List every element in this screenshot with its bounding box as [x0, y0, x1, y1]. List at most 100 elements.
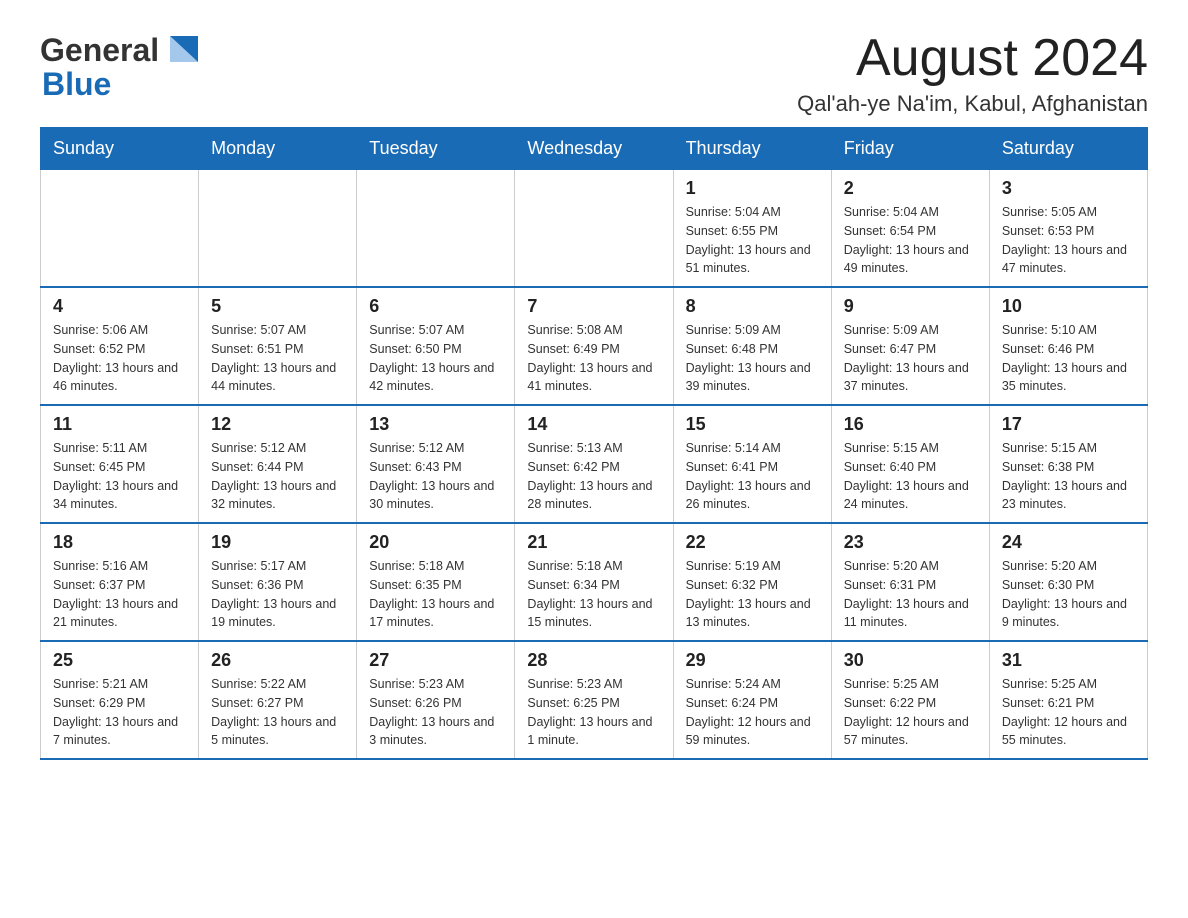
day-number: 6 [369, 296, 502, 317]
day-number: 28 [527, 650, 660, 671]
day-number: 21 [527, 532, 660, 553]
day-info: Sunrise: 5:16 AMSunset: 6:37 PMDaylight:… [53, 557, 186, 632]
calendar-cell: 1 Sunrise: 5:04 AMSunset: 6:55 PMDaylight… [673, 170, 831, 288]
calendar-cell: 17Sunrise: 5:15 AMSunset: 6:38 PMDayligh… [989, 405, 1147, 523]
day-info: Sunrise: 5:09 AMSunset: 6:48 PMDaylight:… [686, 321, 819, 396]
calendar-week-5: 25Sunrise: 5:21 AMSunset: 6:29 PMDayligh… [41, 641, 1148, 759]
calendar-cell: 23Sunrise: 5:20 AMSunset: 6:31 PMDayligh… [831, 523, 989, 641]
calendar-cell: 21 Sunrise: 5:18 AMSunset: 6:34 PMDayligh… [515, 523, 673, 641]
day-number: 10 [1002, 296, 1135, 317]
calendar-header-tuesday: Tuesday [357, 128, 515, 170]
day-info: Sunrise: 5:07 AMSunset: 6:51 PMDaylight:… [211, 321, 344, 396]
calendar-header-monday: Monday [199, 128, 357, 170]
day-info: Sunrise: 5:12 AMSunset: 6:43 PMDaylight:… [369, 439, 502, 514]
day-number: 19 [211, 532, 344, 553]
calendar-cell: 14 Sunrise: 5:13 AMSunset: 6:42 PMDayligh… [515, 405, 673, 523]
day-number: 16 [844, 414, 977, 435]
location-title: Qal'ah-ye Na'im, Kabul, Afghanistan [797, 91, 1148, 117]
calendar-header-wednesday: Wednesday [515, 128, 673, 170]
title-block: August 2024 Qal'ah-ye Na'im, Kabul, Afgh… [797, 30, 1148, 117]
calendar-cell: 8 Sunrise: 5:09 AMSunset: 6:48 PMDaylight… [673, 287, 831, 405]
day-number: 30 [844, 650, 977, 671]
day-info: Sunrise: 5:20 AMSunset: 6:30 PMDaylight:… [1002, 557, 1135, 632]
calendar-cell: 7 Sunrise: 5:08 AMSunset: 6:49 PMDaylight… [515, 287, 673, 405]
calendar-cell: 18 Sunrise: 5:16 AMSunset: 6:37 PMDayligh… [41, 523, 199, 641]
calendar-cell: 20 Sunrise: 5:18 AMSunset: 6:35 PMDayligh… [357, 523, 515, 641]
day-info: Sunrise: 5:10 AMSunset: 6:46 PMDaylight:… [1002, 321, 1135, 396]
calendar-cell: 9Sunrise: 5:09 AMSunset: 6:47 PMDaylight… [831, 287, 989, 405]
day-number: 5 [211, 296, 344, 317]
day-number: 23 [844, 532, 977, 553]
calendar-cell: 6 Sunrise: 5:07 AMSunset: 6:50 PMDaylight… [357, 287, 515, 405]
calendar-cell: 19Sunrise: 5:17 AMSunset: 6:36 PMDayligh… [199, 523, 357, 641]
day-number: 27 [369, 650, 502, 671]
calendar-header-row: SundayMondayTuesdayWednesdayThursdayFrid… [41, 128, 1148, 170]
calendar-cell: 13 Sunrise: 5:12 AMSunset: 6:43 PMDayligh… [357, 405, 515, 523]
logo-icon [162, 30, 202, 70]
day-info: Sunrise: 5:14 AMSunset: 6:41 PMDaylight:… [686, 439, 819, 514]
day-info: Sunrise: 5:25 AMSunset: 6:22 PMDaylight:… [844, 675, 977, 750]
calendar-cell: 12Sunrise: 5:12 AMSunset: 6:44 PMDayligh… [199, 405, 357, 523]
calendar-cell: 30 Sunrise: 5:25 AMSunset: 6:22 PMDayligh… [831, 641, 989, 759]
month-title: August 2024 [797, 30, 1148, 87]
calendar-cell: 10 Sunrise: 5:10 AMSunset: 6:46 PMDayligh… [989, 287, 1147, 405]
logo-wordmark: General Blue [40, 30, 202, 103]
day-info: Sunrise: 5:13 AMSunset: 6:42 PMDaylight:… [527, 439, 660, 514]
day-info: Sunrise: 5:04 AMSunset: 6:55 PMDaylight:… [686, 203, 819, 278]
day-info: Sunrise: 5:25 AMSunset: 6:21 PMDaylight:… [1002, 675, 1135, 750]
logo: General Blue [40, 30, 202, 103]
logo-general: General [40, 32, 159, 69]
calendar-week-4: 18 Sunrise: 5:16 AMSunset: 6:37 PMDayligh… [41, 523, 1148, 641]
calendar-cell: 25Sunrise: 5:21 AMSunset: 6:29 PMDayligh… [41, 641, 199, 759]
day-number: 20 [369, 532, 502, 553]
day-info: Sunrise: 5:24 AMSunset: 6:24 PMDaylight:… [686, 675, 819, 750]
calendar-cell: 31 Sunrise: 5:25 AMSunset: 6:21 PMDayligh… [989, 641, 1147, 759]
calendar-table: SundayMondayTuesdayWednesdayThursdayFrid… [40, 127, 1148, 760]
calendar-cell [357, 170, 515, 288]
day-info: Sunrise: 5:09 AMSunset: 6:47 PMDaylight:… [844, 321, 977, 396]
day-info: Sunrise: 5:18 AMSunset: 6:34 PMDaylight:… [527, 557, 660, 632]
day-number: 18 [53, 532, 186, 553]
calendar-cell [41, 170, 199, 288]
calendar-cell: 22 Sunrise: 5:19 AMSunset: 6:32 PMDayligh… [673, 523, 831, 641]
day-info: Sunrise: 5:06 AMSunset: 6:52 PMDaylight:… [53, 321, 186, 396]
day-number: 11 [53, 414, 186, 435]
day-number: 13 [369, 414, 502, 435]
calendar-cell [515, 170, 673, 288]
day-info: Sunrise: 5:08 AMSunset: 6:49 PMDaylight:… [527, 321, 660, 396]
day-number: 7 [527, 296, 660, 317]
day-info: Sunrise: 5:15 AMSunset: 6:38 PMDaylight:… [1002, 439, 1135, 514]
calendar-cell: 15Sunrise: 5:14 AMSunset: 6:41 PMDayligh… [673, 405, 831, 523]
day-info: Sunrise: 5:19 AMSunset: 6:32 PMDaylight:… [686, 557, 819, 632]
day-info: Sunrise: 5:12 AMSunset: 6:44 PMDaylight:… [211, 439, 344, 514]
calendar-cell: 26Sunrise: 5:22 AMSunset: 6:27 PMDayligh… [199, 641, 357, 759]
calendar-header-thursday: Thursday [673, 128, 831, 170]
calendar-cell: 29 Sunrise: 5:24 AMSunset: 6:24 PMDayligh… [673, 641, 831, 759]
day-number: 14 [527, 414, 660, 435]
logo-blue: Blue [42, 66, 111, 103]
day-info: Sunrise: 5:15 AMSunset: 6:40 PMDaylight:… [844, 439, 977, 514]
calendar-header-sunday: Sunday [41, 128, 199, 170]
page-header: General Blue August 2024 Qal'ah-ye Na'im… [40, 30, 1148, 117]
day-info: Sunrise: 5:23 AMSunset: 6:25 PMDaylight:… [527, 675, 660, 750]
day-number: 25 [53, 650, 186, 671]
day-info: Sunrise: 5:07 AMSunset: 6:50 PMDaylight:… [369, 321, 502, 396]
calendar-cell: 24 Sunrise: 5:20 AMSunset: 6:30 PMDayligh… [989, 523, 1147, 641]
calendar-cell: 16 Sunrise: 5:15 AMSunset: 6:40 PMDayligh… [831, 405, 989, 523]
calendar-header-saturday: Saturday [989, 128, 1147, 170]
day-number: 24 [1002, 532, 1135, 553]
calendar-week-2: 4 Sunrise: 5:06 AMSunset: 6:52 PMDaylight… [41, 287, 1148, 405]
calendar-cell: 3Sunrise: 5:05 AMSunset: 6:53 PMDaylight… [989, 170, 1147, 288]
day-info: Sunrise: 5:22 AMSunset: 6:27 PMDaylight:… [211, 675, 344, 750]
day-info: Sunrise: 5:18 AMSunset: 6:35 PMDaylight:… [369, 557, 502, 632]
calendar-cell: 28 Sunrise: 5:23 AMSunset: 6:25 PMDayligh… [515, 641, 673, 759]
day-number: 2 [844, 178, 977, 199]
day-number: 22 [686, 532, 819, 553]
day-number: 8 [686, 296, 819, 317]
day-number: 4 [53, 296, 186, 317]
day-info: Sunrise: 5:23 AMSunset: 6:26 PMDaylight:… [369, 675, 502, 750]
day-number: 1 [686, 178, 819, 199]
day-number: 29 [686, 650, 819, 671]
day-number: 31 [1002, 650, 1135, 671]
calendar-week-1: 1 Sunrise: 5:04 AMSunset: 6:55 PMDaylight… [41, 170, 1148, 288]
